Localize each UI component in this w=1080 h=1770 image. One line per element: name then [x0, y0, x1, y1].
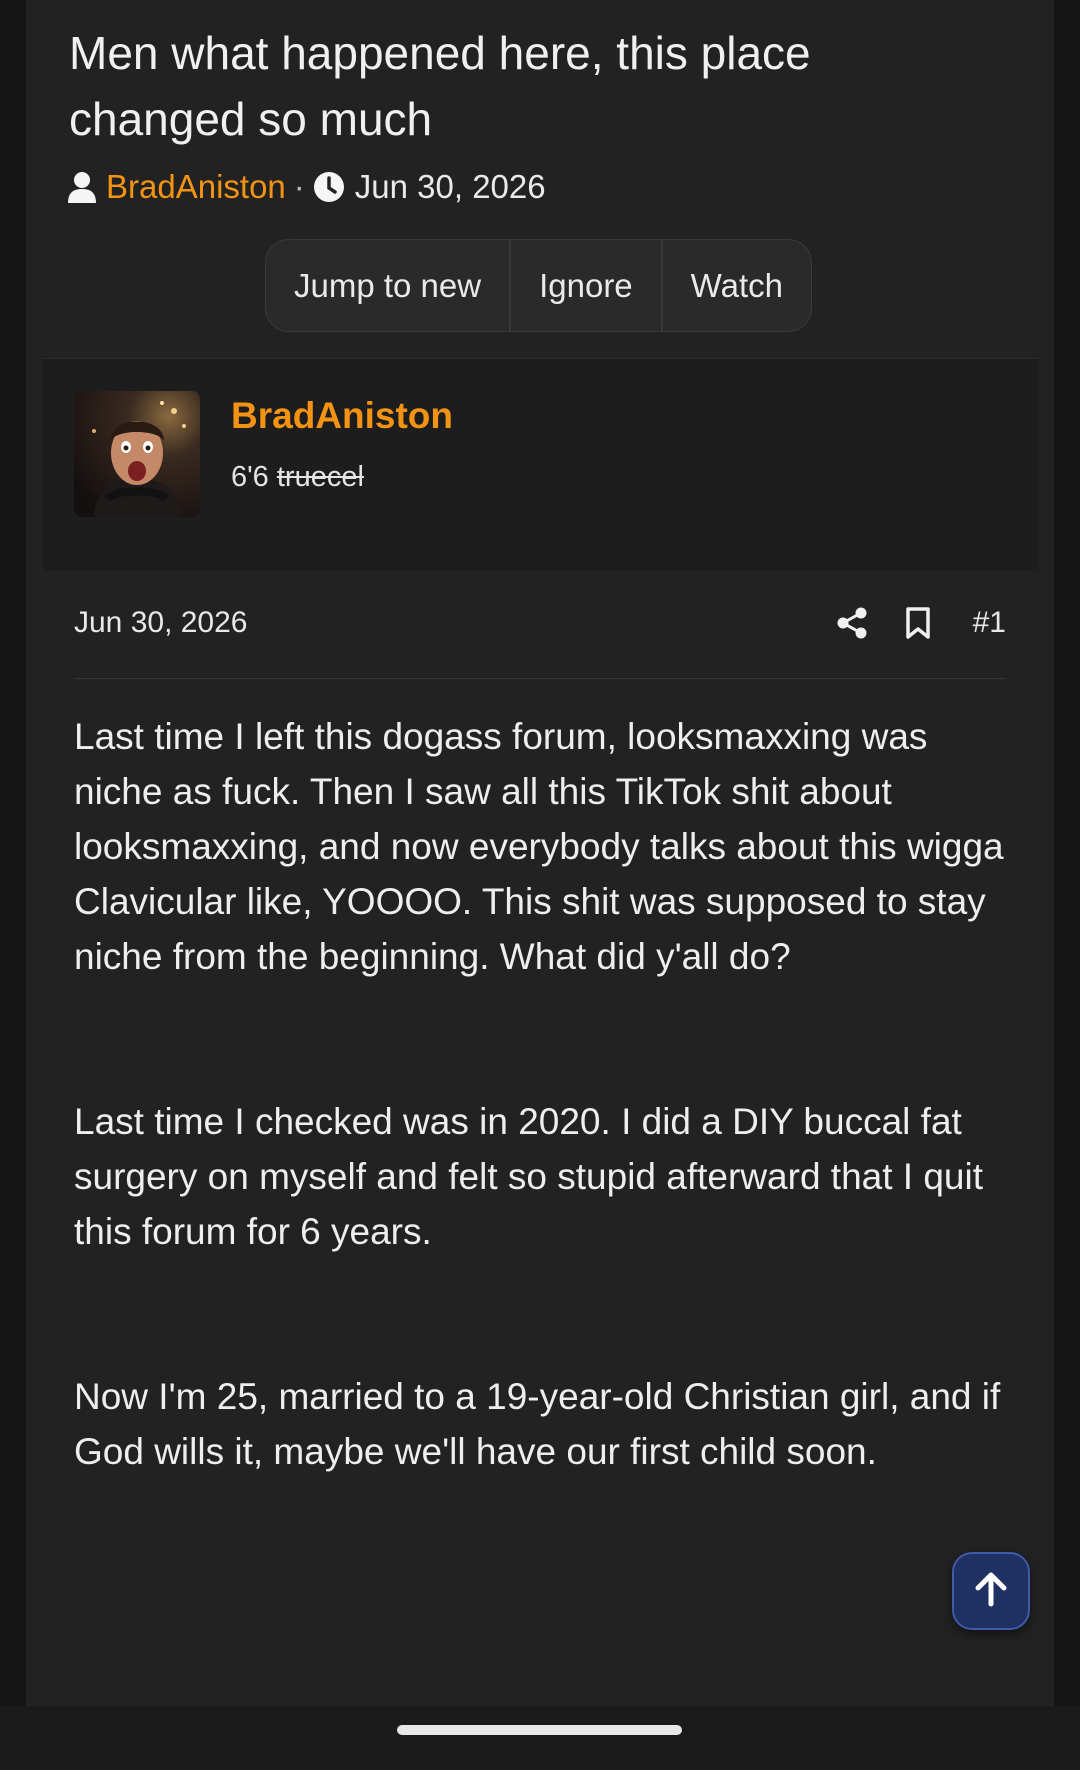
post-paragraph: Now I'm 25, married to a 19-year-old Chr…: [74, 1376, 1001, 1472]
post-paragraph: Last time I left this dogass forum, look…: [74, 716, 1004, 977]
post-date-link[interactable]: Jun 30, 2026: [74, 606, 247, 640]
scroll-to-top-button[interactable]: [952, 1552, 1030, 1630]
thread-title: Men what happened here, this place chang…: [69, 27, 811, 145]
post-user-block: BradAniston 6'6 truecel: [43, 358, 1038, 571]
post-paragraph: Last time I checked was in 2020. I did a…: [74, 1101, 984, 1252]
watch-button[interactable]: Watch: [663, 240, 811, 331]
post-header: Jun 30, 2026 #1: [74, 598, 1006, 648]
user-title-struck: truecel: [276, 461, 364, 493]
home-gesture-handle[interactable]: [397, 1725, 682, 1735]
system-navigation-bar: [0, 1706, 1080, 1770]
post-body: Last time I left this dogass forum, look…: [74, 709, 1014, 1479]
share-icon[interactable]: [837, 607, 867, 639]
clock-icon: [313, 171, 345, 203]
jump-to-new-button[interactable]: Jump to new: [266, 240, 512, 331]
ignore-button[interactable]: Ignore: [511, 240, 663, 331]
thread-date-link[interactable]: Jun 30, 2026: [355, 168, 546, 206]
user-title-prefix: 6'6: [231, 461, 269, 493]
post-divider: [74, 678, 1006, 679]
bookmark-icon[interactable]: [905, 607, 931, 639]
post-username-link[interactable]: BradAniston: [231, 395, 453, 437]
post-number-link[interactable]: #1: [973, 606, 1006, 640]
user-icon: [68, 171, 96, 203]
avatar[interactable]: [74, 391, 200, 517]
user-title: 6'6 truecel: [231, 461, 364, 494]
user-block-pointer: [85, 543, 165, 571]
arrow-up-icon: [974, 1571, 1008, 1612]
thread-action-group: Jump to new Ignore Watch: [265, 239, 812, 332]
meta-separator: ·: [293, 168, 305, 205]
thread-author-link[interactable]: BradAniston: [106, 168, 286, 206]
thread-meta: BradAniston · Jun 30, 2026: [68, 162, 546, 212]
